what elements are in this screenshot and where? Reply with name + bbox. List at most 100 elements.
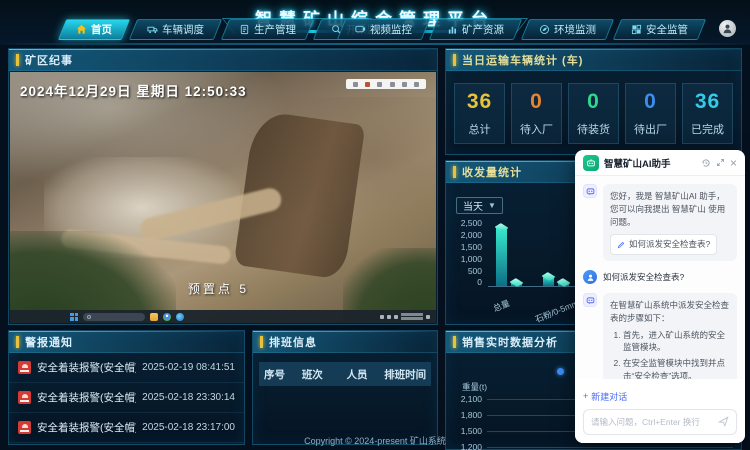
panel-title: 当日运输车辆统计 (车) (462, 52, 583, 68)
ai-footer: + 新建对话 请输入问题，Ctrl+Enter 换行 (575, 379, 745, 443)
tab-environment-monitor[interactable]: 环境监测 (521, 19, 614, 40)
stat-waiting-entry: 0 待入厂 (511, 83, 562, 144)
y-tick-label: 1,000 (448, 255, 482, 264)
panel-mine-chronicle: 矿区纪事 2024年12月29日 星期日 12:50:33 预置点 5 (8, 48, 438, 325)
tab-home[interactable]: 首页 (58, 19, 130, 40)
alarm-siren-icon (18, 391, 31, 404)
panel-header: 警报通知 (9, 331, 244, 353)
bot-avatar-icon (583, 184, 597, 198)
tab-label: 车辆调度 (162, 22, 204, 37)
leaf-globe-icon (539, 24, 550, 35)
tab-production[interactable]: 生产管理 (221, 19, 314, 40)
panel-title: 矿区纪事 (25, 52, 73, 68)
header-accent (260, 336, 263, 348)
volume-chart-yaxis: 2,5002,0001,5001,0005000 (448, 219, 482, 287)
dashboard: 智慧矿山综合管理平台 首页 车辆调度 生产管理 开采监测 (0, 0, 750, 450)
windows-start-icon (70, 313, 78, 321)
alarm-row[interactable]: 安全着装报警(安全帽) 2025-02-19 08:41:51 (9, 353, 244, 383)
time-range-dropdown[interactable]: 当天 ▼ (456, 197, 503, 214)
tab-label: 生产管理 (254, 22, 296, 37)
tab-video-monitor[interactable]: 视频监控 (337, 19, 430, 40)
ai-chat-area: 您好，我是 智慧矿山AI 助手，您可以向我提出 智慧矿山 使用问题。 如何派发安… (575, 176, 745, 379)
preset-point-label: 预置点 5 (188, 280, 249, 297)
ai-assistant-panel: 智慧矿山AI助手 × 您好，我是 智慧矿山AI 助手，您可以向我提出 智慧矿山 … (575, 150, 745, 443)
stat-completed: 36 已完成 (682, 83, 733, 144)
y-tick-label: 2,500 (448, 219, 482, 228)
y-tick-label: 0 (448, 278, 482, 287)
chevron-down-icon: ▼ (488, 201, 496, 210)
windows-taskbar (10, 310, 436, 323)
tab-vehicle-dispatch[interactable]: 车辆调度 (129, 19, 222, 40)
volume-bar (511, 282, 522, 286)
input-placeholder: 请输入问题，Ctrl+Enter 换行 (591, 416, 713, 428)
taskbar-search (83, 313, 145, 321)
tab-mineral-resource[interactable]: 矿产资源 (429, 19, 522, 40)
panel-header: 矿区纪事 (9, 49, 437, 71)
header-accent (16, 54, 19, 66)
x-tick-label: 总量 (491, 297, 511, 315)
plus-icon: + (583, 391, 588, 401)
header-accent (453, 54, 456, 66)
close-icon[interactable]: × (730, 156, 737, 170)
y-tick-label: 1,500 (448, 243, 482, 252)
stat-waiting-exit: 0 待出厂 (625, 83, 676, 144)
volume-bar (558, 282, 569, 286)
volume-bar (543, 276, 554, 286)
suggested-question-chip[interactable]: 如何派发安全检查表? (610, 234, 717, 255)
edge-icon (176, 313, 184, 321)
vehicle-stat-cells: 36 总计 0 待入厂 0 待装货 0 待出厂 36 已完成 (454, 83, 733, 144)
ptz-control-strip (346, 79, 426, 89)
new-chat-button[interactable]: + 新建对话 (583, 390, 627, 403)
panel-shift-info: 排班信息 序号 班次 人员 排班时间 (252, 330, 438, 445)
stat-waiting-load: 0 待装货 (568, 83, 619, 144)
header-accent (453, 166, 456, 178)
alarm-siren-icon (18, 361, 31, 374)
panel-header: 排班信息 (253, 331, 437, 353)
alarm-row[interactable]: 安全着装报警(安全帽) 2025-02-18 23:30:14 (9, 383, 244, 413)
panel-header: 当日运输车辆统计 (车) (446, 49, 741, 71)
panel-alarms: 警报通知 安全着装报警(安全帽) 2025-02-19 08:41:51 安全着… (8, 330, 245, 445)
grid-icon (631, 24, 642, 35)
stat-total: 36 总计 (454, 83, 505, 144)
nav-right: 视频监控 矿产资源 环境监测 安全监管 (341, 19, 702, 40)
header-accent (453, 336, 456, 348)
tab-label: 矿产资源 (462, 22, 504, 37)
browser-icon (163, 313, 171, 321)
user-avatar-icon (583, 270, 597, 284)
expand-icon[interactable] (716, 158, 725, 167)
truck-icon (147, 24, 158, 35)
panel-title: 警报通知 (25, 334, 73, 350)
y-tick-label: 500 (448, 267, 482, 276)
system-tray (380, 313, 430, 320)
panel-vehicle-stats: 当日运输车辆统计 (车) 36 总计 0 待入厂 0 待装货 0 待出厂 36 … (445, 48, 742, 155)
answer-steps: 首先，进入矿山系统的安全监管模块。 在安全监管模块中找到并点击“安全检查”选项。… (623, 329, 730, 380)
ai-title: 智慧矿山AI助手 (604, 156, 696, 170)
x-tick-label: 石粉/0-5mm (533, 297, 580, 325)
camera-icon (355, 24, 366, 35)
header: 智慧矿山综合管理平台 首页 车辆调度 生产管理 开采监测 (0, 0, 750, 45)
tab-label: 安全监管 (646, 22, 688, 37)
live-video-feed: 2024年12月29日 星期日 12:50:33 预置点 5 (10, 72, 436, 323)
panel-title: 销售实时数据分析 (462, 334, 558, 350)
bot-avatar-icon (583, 293, 597, 307)
video-datetime-overlay: 2024年12月29日 星期日 12:50:33 (20, 80, 247, 100)
home-icon (76, 24, 87, 35)
ai-input[interactable]: 请输入问题，Ctrl+Enter 换行 (583, 409, 737, 435)
tab-label: 环境监测 (554, 22, 596, 37)
folder-icon (150, 313, 158, 321)
tab-label: 首页 (91, 22, 112, 37)
tab-label: 视频监控 (370, 22, 412, 37)
ai-header: 智慧矿山AI助手 × (575, 150, 745, 176)
send-icon[interactable] (718, 416, 729, 427)
bot-message: 您好，我是 智慧矿山AI 助手，您可以向我提出 智慧矿山 使用问题。 如何派发安… (583, 184, 737, 261)
robot-icon (583, 155, 599, 171)
history-icon[interactable] (701, 158, 711, 168)
volume-bar (496, 227, 507, 286)
series-legend-dot (557, 368, 564, 375)
user-avatar[interactable] (719, 20, 736, 37)
tab-safety-supervision[interactable]: 安全监管 (613, 19, 706, 40)
clipboard-icon (239, 24, 250, 35)
alarm-siren-icon (18, 421, 31, 434)
header-accent (16, 336, 19, 348)
shift-table-header: 序号 班次 人员 排班时间 (259, 362, 431, 386)
